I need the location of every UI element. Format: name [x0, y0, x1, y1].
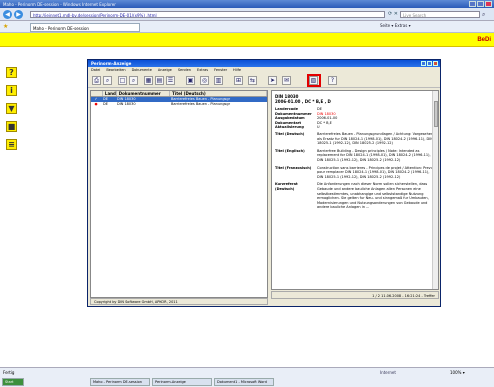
- grid-view-icon[interactable]: ▦: [144, 76, 153, 85]
- detail-doc-id: DIN 18030: [275, 94, 299, 99]
- list-view-icon[interactable]: ☰: [166, 76, 175, 85]
- new-doc-icon[interactable]: □: [118, 76, 127, 85]
- field-key: Aktualisierung: [275, 125, 304, 130]
- refresh-icon[interactable]: ⟳ ✕: [388, 11, 398, 17]
- menu-bearbeiten[interactable]: Bearbeiten: [106, 68, 125, 72]
- app-minimize-button[interactable]: [421, 61, 426, 66]
- field-value: U: [317, 125, 320, 130]
- col-mark[interactable]: [91, 91, 103, 96]
- table-row[interactable]: ● DE DIN 18030 Barrierefreies Bauen - Pl…: [91, 102, 267, 107]
- app-title-bar: Perinorm-Anzeige: [88, 60, 440, 67]
- security-zone: Internet: [380, 370, 396, 375]
- search-doc-icon[interactable]: ⌕: [103, 76, 112, 85]
- taskbar-item-perinorm[interactable]: Perinorm-Anzeige: [152, 378, 212, 386]
- search-icon[interactable]: ⌕: [482, 11, 485, 19]
- tab-row: ★ Maho - Perinorm DE-session Seite ▾ Ext…: [0, 21, 494, 33]
- field-titel-de: Titel (Deutsch) Barrierefreies Bauen - P…: [272, 132, 438, 146]
- highlight-box: [307, 74, 321, 87]
- filter-icon[interactable]: ▼: [6, 103, 17, 114]
- compare-icon[interactable]: ⇆: [248, 76, 257, 85]
- search-input[interactable]: Live Search: [400, 11, 480, 18]
- detail-scrollbar[interactable]: [432, 91, 438, 289]
- perinorm-window: Perinorm-Anzeige Datei Bearbeiten Dokume…: [87, 59, 441, 307]
- structure-icon[interactable]: ⊞: [234, 76, 243, 85]
- row-doc-number: DIN 18030: [117, 102, 136, 106]
- save-icon[interactable]: ■: [6, 121, 17, 132]
- globe-icon[interactable]: ◎: [200, 76, 209, 85]
- search-icon[interactable]: ⌕: [129, 76, 138, 85]
- row-country: DE: [103, 102, 108, 106]
- results-list: Land Dokumentnummer Titel (Deutsch) ✓ DE…: [90, 90, 268, 298]
- help-icon[interactable]: ?: [6, 67, 17, 78]
- address-input[interactable]: http://ieinnet1.mdl-bv.de/session/Perino…: [30, 11, 385, 18]
- app-close-button[interactable]: [433, 61, 438, 66]
- field-titel-fr: Titel (Franzosisch) Construction sans ba…: [272, 166, 438, 180]
- detail-doc-code: 2006-01.00 , DC * B,E , D: [275, 99, 331, 104]
- field-value: Die Anforderungen nach dieser Norm solle…: [317, 182, 429, 210]
- export-icon[interactable]: ≡: [6, 139, 17, 150]
- left-tool-column: ? i ▼ ■ ≡: [0, 47, 26, 367]
- brand-logo: BeDi: [477, 37, 491, 43]
- taskbar-item-browser[interactable]: Maho - Perinorm DE-session: [90, 378, 150, 386]
- help-cursor-icon[interactable]: ?: [328, 76, 337, 85]
- print-icon[interactable]: ⎙: [92, 76, 101, 85]
- browser-title-bar: Maho - Perinorm DE-session - Windows Int…: [0, 0, 494, 8]
- field-key: Kurzreferat (Deutsch): [275, 182, 298, 191]
- command-bar[interactable]: Seite ▾ Extras ▾: [380, 23, 411, 28]
- col-country[interactable]: Land: [103, 91, 117, 96]
- send-icon[interactable]: ➤: [268, 76, 277, 85]
- field-aktualisierung: Aktualisierung U: [272, 125, 438, 130]
- app-title: Perinorm-Anzeige: [91, 61, 132, 66]
- field-key: Titel (Deutsch): [275, 131, 305, 136]
- status-and-taskbar: Fertig Internet 100% ▾ Start Maho - Peri…: [0, 367, 494, 387]
- window-controls: [469, 1, 492, 7]
- minimize-button[interactable]: [469, 1, 476, 7]
- back-button[interactable]: ◀: [3, 10, 12, 19]
- detail-pane: DIN 18030 2006-01.00 , DC * B,E , D Land…: [271, 90, 439, 290]
- field-value: Construction sans barrieres - Principes …: [317, 165, 433, 179]
- app-window-controls: [421, 61, 438, 66]
- favorites-star-icon[interactable]: ★: [3, 23, 8, 30]
- field-kurzreferat: Kurzreferat (Deutsch) Die Anforderungen …: [272, 182, 438, 210]
- mail-icon[interactable]: ✉: [282, 76, 291, 85]
- detail-status-bar: 1 / 2 11.06.2008 - 16:21:24 - Treffer: [271, 291, 439, 299]
- info-icon[interactable]: i: [6, 85, 17, 96]
- field-value: Barrierfree Building - Design principles…: [317, 148, 431, 162]
- site-header-band: BeDi: [0, 33, 494, 47]
- col-doc-number[interactable]: Dokumentnummer: [117, 91, 171, 96]
- taskbar-item-word[interactable]: Dokument1 - Microsoft Word: [214, 378, 274, 386]
- close-button[interactable]: [485, 1, 492, 7]
- menu-hilfe[interactable]: Hilfe: [233, 68, 241, 72]
- table-view-icon[interactable]: ▤: [155, 76, 164, 85]
- menu-extras[interactable]: Extras: [197, 68, 208, 72]
- field-titel-en: Titel (Englisch) Barrierfree Building - …: [272, 149, 438, 163]
- status-dot-icon: ●: [94, 102, 98, 106]
- status-text: Fertig: [3, 370, 15, 375]
- app-status-bar: Copyright by DIN Software GmbH, APKOR, 2…: [90, 298, 268, 305]
- row-title: Barrierefreies Bauen - Planungsgr: [171, 102, 231, 106]
- table-icon[interactable]: ▥: [214, 76, 223, 85]
- menu-datei[interactable]: Datei: [91, 68, 100, 72]
- start-button[interactable]: Start: [2, 378, 24, 386]
- maximize-button[interactable]: [477, 1, 484, 7]
- zoom-control[interactable]: 100% ▾: [450, 370, 465, 375]
- menu-senden[interactable]: Senden: [178, 68, 191, 72]
- scrollbar-thumb[interactable]: [434, 101, 438, 127]
- menu-dokumente[interactable]: Dokumente: [132, 68, 152, 72]
- field-key: Titel (Englisch): [275, 148, 305, 153]
- browser-tab[interactable]: Maho - Perinorm DE-session: [30, 23, 140, 32]
- app-toolbar: ⎙ ⌕ □ ⌕ ▦ ▤ ☰ ▣ ◎ ▥ ⊞ ⇆ ➤ ✉ ▧ ?: [88, 73, 440, 88]
- col-title[interactable]: Titel (Deutsch): [170, 91, 267, 96]
- field-key: Titel (Franzosisch): [275, 165, 312, 170]
- app-maximize-button[interactable]: [427, 61, 432, 66]
- document-icon[interactable]: ▣: [186, 76, 195, 85]
- menu-fenster[interactable]: Fenster: [214, 68, 227, 72]
- forward-button[interactable]: ▶: [14, 10, 23, 19]
- menu-anzeige[interactable]: Anzeige: [158, 68, 172, 72]
- field-value: Barrierefreies Bauen - Planungsgrundlage…: [317, 131, 434, 146]
- address-bar-row: ◀ ▶ http://ieinnet1.mdl-bv.de/session/Pe…: [0, 8, 494, 21]
- browser-title: Maho - Perinorm DE-session - Windows Int…: [3, 2, 116, 7]
